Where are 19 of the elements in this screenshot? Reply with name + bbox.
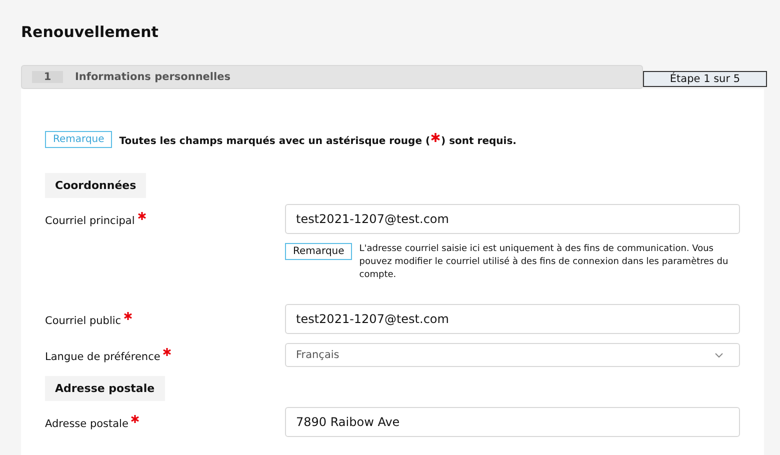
- field-label: Courriel public: [45, 314, 122, 327]
- note-text: L'adresse courriel saisie ici est uniquement à des fins de communication. Vous pouvez modifier le courriel utilisé à des fins de connexion dans les paramètres du compte.: [359, 243, 730, 282]
- text-field[interactable]: 7890 Raibow Ave: [285, 407, 740, 438]
- step-tab[interactable]: 1 Informations personnelles: [21, 65, 643, 89]
- field-label: Langue de préférence: [45, 350, 160, 363]
- required-asterisk-icon: [431, 132, 440, 142]
- dropdown-field[interactable]: Français: [285, 343, 740, 368]
- page-title: Renouvellement: [20, 22, 160, 43]
- text-field[interactable]: test2021-1207@test.com: [285, 304, 740, 334]
- chevron-down-icon: [715, 352, 723, 358]
- remark-badge: Remarque: [285, 243, 352, 260]
- text-field[interactable]: test2021-1207@test.com: [285, 204, 740, 234]
- section-heading: Coordonnées: [45, 173, 146, 198]
- required-fields-note: Toutes les champs marqués avec un astérisque rouge ( ) sont requis.: [119, 132, 516, 146]
- field-label: Adresse postale: [45, 418, 128, 430]
- step-indicator: Étape 1 sur 5: [643, 71, 767, 87]
- remark-badge: Remarque: [45, 131, 112, 148]
- field-label: Courriel principal: [45, 214, 135, 226]
- section-heading: Adresse postale: [45, 376, 165, 402]
